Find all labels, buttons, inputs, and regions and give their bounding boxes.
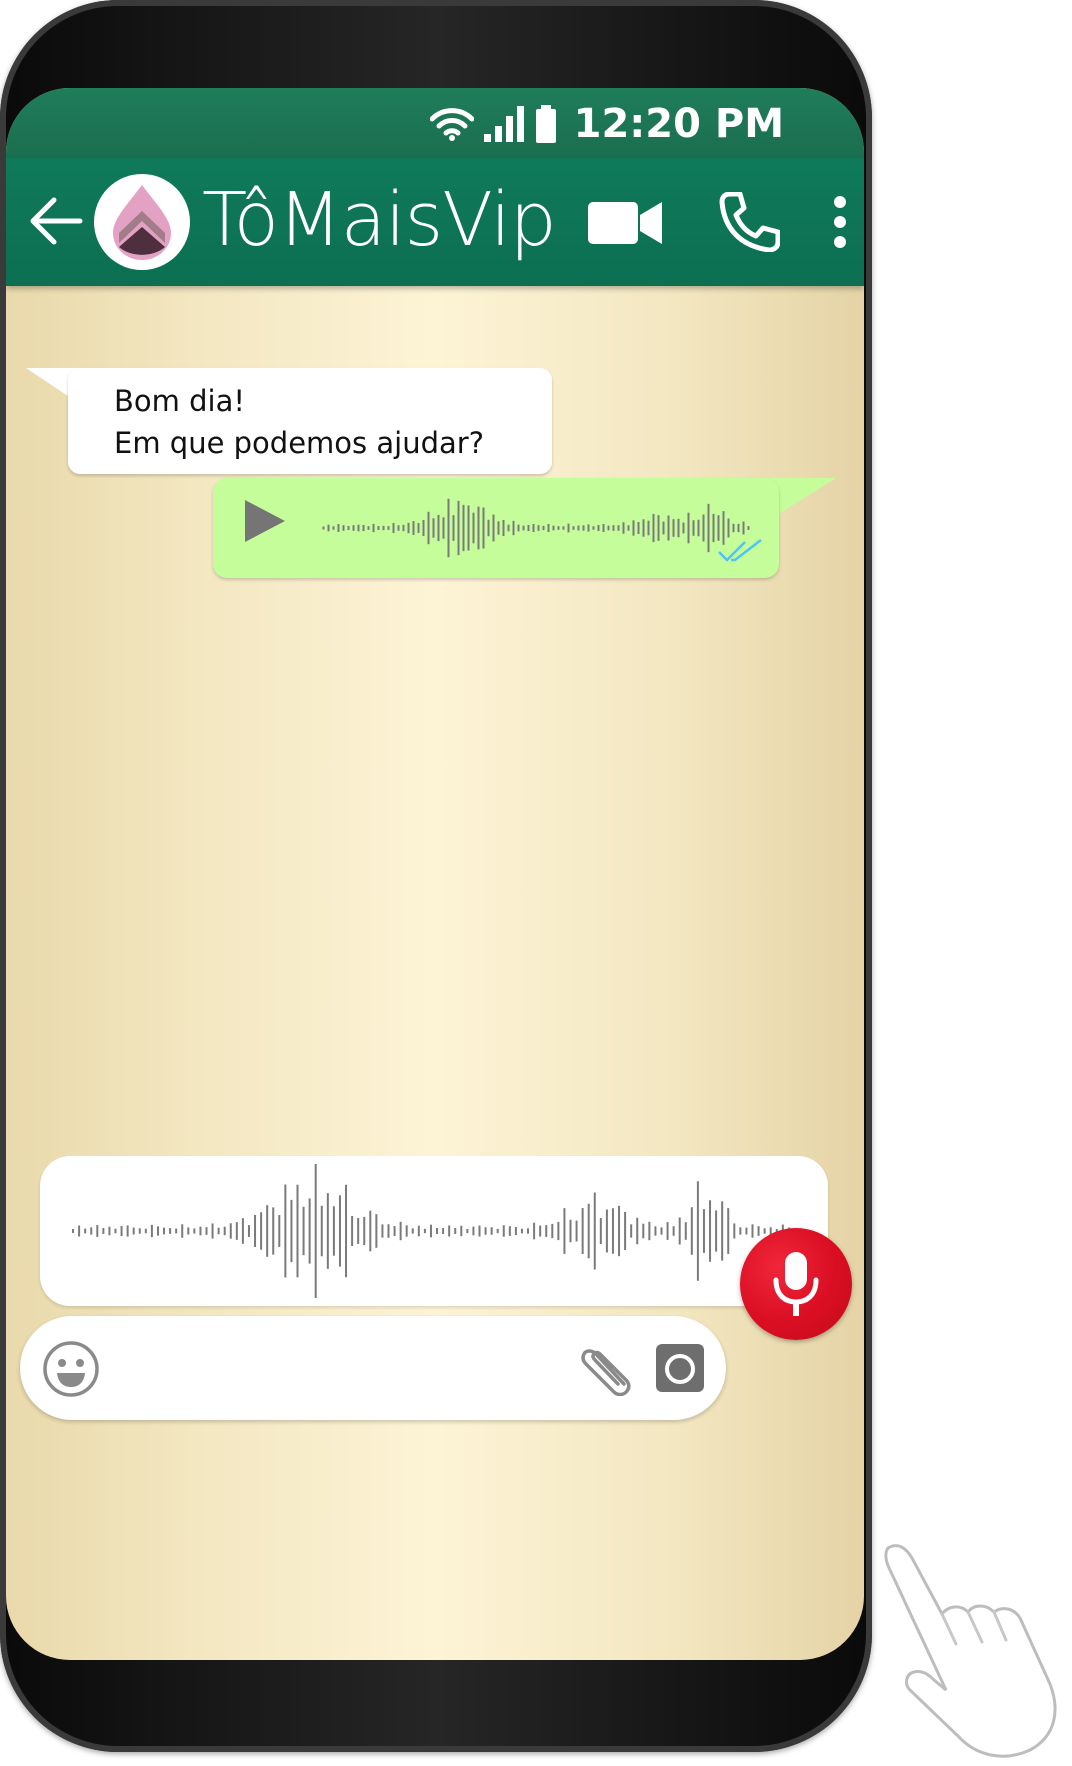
- message-composer: [20, 1316, 726, 1420]
- record-voice-button[interactable]: [740, 1228, 852, 1340]
- read-receipt-icon: [718, 539, 762, 562]
- chat-screen: 12:20 PM TôMaisVip Bom dia! Em que podem…: [6, 88, 864, 1660]
- video-call-icon[interactable]: [588, 198, 662, 248]
- outgoing-voice-message: [213, 478, 779, 578]
- attach-icon[interactable]: [580, 1340, 634, 1396]
- recording-waveform: [72, 1164, 796, 1298]
- signal-icon: [483, 106, 524, 142]
- voice-waveform[interactable]: [321, 488, 751, 568]
- back-arrow-icon[interactable]: [28, 194, 84, 248]
- emoji-icon[interactable]: [42, 1340, 100, 1398]
- message-line: Em que podemos ajudar?: [114, 426, 485, 460]
- play-icon[interactable]: [243, 498, 287, 544]
- status-bar: 12:20 PM: [6, 88, 864, 158]
- mic-icon: [773, 1252, 819, 1316]
- more-vert-icon[interactable]: [830, 194, 850, 250]
- message-input[interactable]: [120, 1338, 564, 1400]
- message-line: Bom dia!: [114, 384, 245, 418]
- phone-frame: 12:20 PM TôMaisVip Bom dia! Em que podem…: [0, 0, 872, 1752]
- phone-call-icon[interactable]: [718, 192, 780, 252]
- pointing-hand-icon: [884, 1544, 1057, 1758]
- battery-icon: [535, 105, 556, 143]
- recording-waveform-panel: [40, 1156, 828, 1306]
- contact-name[interactable]: TôMaisVip: [202, 170, 557, 270]
- camera-icon[interactable]: [654, 1342, 706, 1394]
- status-icons: 12:20 PM: [429, 100, 784, 148]
- wifi-icon: [429, 108, 474, 141]
- logo-avatar: [113, 185, 171, 260]
- contact-avatar[interactable]: [94, 174, 190, 270]
- status-time: 12:20 PM: [573, 101, 784, 147]
- chat-header: TôMaisVip: [6, 158, 864, 286]
- incoming-message: Bom dia! Em que podemos ajudar?: [68, 368, 552, 474]
